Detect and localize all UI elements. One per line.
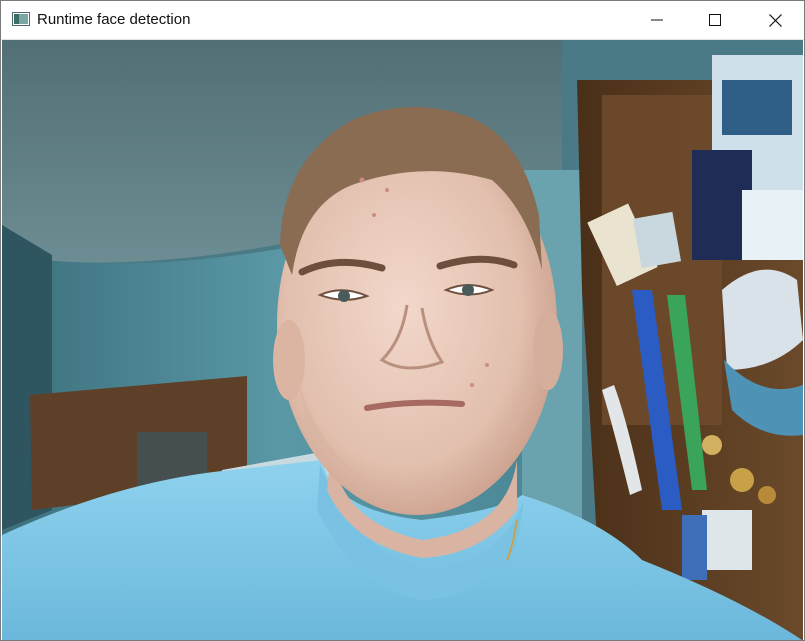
app-window-icon [12, 12, 30, 26]
webcam-frame [2, 40, 803, 640]
minimize-icon [651, 19, 663, 21]
close-icon [768, 13, 782, 27]
ear-right [533, 310, 563, 390]
maximize-button[interactable] [686, 1, 744, 39]
minimize-button[interactable] [628, 1, 686, 39]
app-window: Runtime face detection [0, 0, 805, 641]
ear-left [273, 320, 305, 400]
title-bar[interactable]: Runtime face detection [1, 1, 804, 40]
window-title: Runtime face detection [37, 11, 191, 28]
camera-feed [2, 40, 803, 640]
medal [730, 468, 754, 492]
maximize-icon [709, 14, 721, 26]
close-button[interactable] [746, 1, 804, 39]
